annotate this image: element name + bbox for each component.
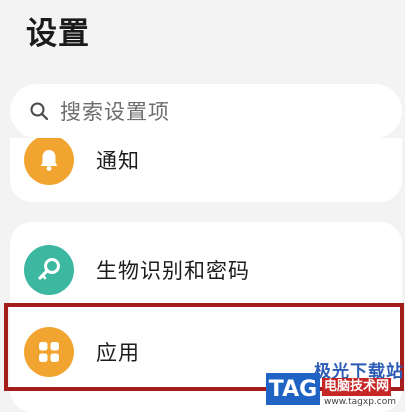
settings-item-label: 应用 <box>96 341 140 365</box>
key-icon <box>24 245 74 295</box>
page-title: 设置 <box>26 16 90 52</box>
apps-grid-icon <box>24 327 74 377</box>
watermark: 极光下载站 TAG 电脑技术网 www.tagxp.com <box>266 357 405 408</box>
watermark-url: www.tagxp.com <box>324 397 396 407</box>
settings-item-label: 生物识别和密码 <box>96 259 250 283</box>
settings-item-biometrics-password[interactable]: 生物识别和密码 <box>10 230 402 310</box>
watermark-sub-text: 电脑技术网 <box>322 378 392 396</box>
settings-card-notifications: 通知 <box>10 138 402 202</box>
search-bar[interactable]: 搜索设置项 <box>10 84 402 138</box>
watermark-tag-logo: TAG <box>266 373 320 405</box>
settings-item-notifications[interactable]: 通知 <box>10 138 402 200</box>
search-icon <box>28 100 50 122</box>
bell-icon <box>24 138 74 185</box>
search-input[interactable]: 搜索设置项 <box>60 96 170 126</box>
settings-item-label: 通知 <box>96 149 140 173</box>
